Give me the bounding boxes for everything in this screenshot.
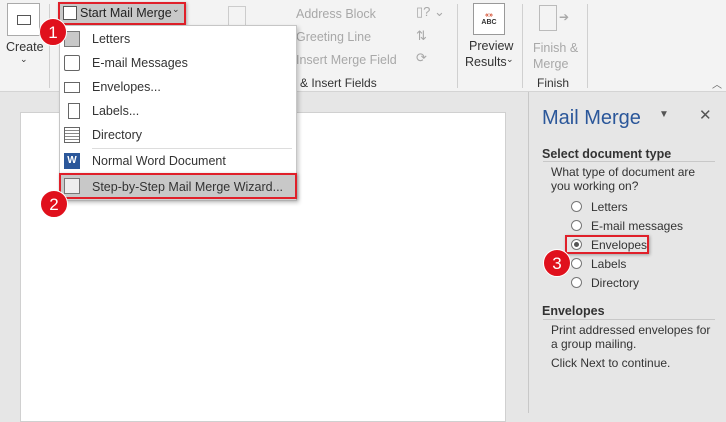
radio-email-messages[interactable]: [571, 220, 582, 231]
greeting-line-button: Greeting Line: [296, 30, 372, 44]
section-select-document-type: Select document type: [542, 147, 672, 161]
create-label: Create: [6, 40, 44, 54]
group-label-finish: Finish: [537, 76, 570, 90]
chevron-down-icon: ⌄: [20, 54, 28, 64]
finish-arrow-icon: ➔: [559, 10, 570, 24]
finish-merge-button: ➔ Finish & Merge: [529, 2, 585, 71]
rules-icon: ▯? ⌄: [416, 4, 445, 19]
chevron-down-icon: ⌄: [506, 54, 514, 64]
question-text: What type of document are you working on…: [551, 165, 696, 193]
section-envelopes: Envelopes: [542, 304, 605, 318]
radio-directory[interactable]: [571, 277, 582, 288]
merge-label: Merge: [533, 57, 569, 71]
menu-item-envelopes[interactable]: Envelopes...: [60, 76, 296, 98]
finish-merge-icon: [539, 5, 557, 31]
menu-item-labels[interactable]: Labels...: [60, 100, 296, 122]
preview-label: Preview: [469, 39, 514, 53]
labels-icon: [68, 103, 80, 119]
preview-results-button[interactable]: «» ABC Preview Results ⌄: [463, 2, 515, 70]
pane-title: Mail Merge: [542, 107, 641, 129]
step-badge-3: 3: [543, 249, 571, 277]
finish-label: Finish &: [533, 41, 579, 55]
insert-merge-field-button: Insert Merge Field: [296, 53, 397, 67]
radio-label-letters: Letters: [591, 200, 628, 214]
radio-label-directory: Directory: [591, 276, 640, 290]
address-block-button: Address Block: [296, 7, 376, 21]
menu-item-email[interactable]: E-mail Messages: [60, 52, 296, 74]
create-button[interactable]: Create ⌄: [4, 2, 44, 70]
menu-divider: [92, 148, 292, 149]
abc-preview-icon: «» ABC: [473, 3, 505, 35]
pane-options-dropdown[interactable]: ▼: [659, 109, 669, 120]
collapse-ribbon-icon[interactable]: ︿: [712, 76, 722, 91]
envelopes-description: Print addressed envelopes for a group ma…: [551, 323, 711, 351]
match-fields-icon: ⇅: [416, 28, 427, 43]
results-label: Results: [465, 55, 507, 69]
radio-label-labels: Labels: [591, 257, 627, 271]
next-hint: Click Next to continue.: [551, 356, 671, 370]
envelope-icon: [64, 82, 80, 93]
update-labels-icon: ⟳: [416, 50, 427, 65]
email-icon: [64, 55, 80, 71]
menu-item-normal-word-document[interactable]: W Normal Word Document: [60, 150, 296, 172]
radio-letters[interactable]: [571, 201, 582, 212]
radio-labels[interactable]: [571, 258, 582, 269]
envelope-icon: [7, 3, 40, 36]
step-badge-2: 2: [40, 190, 68, 218]
word-icon: W: [64, 153, 80, 169]
menu-item-directory[interactable]: Directory: [60, 124, 296, 146]
menu-item-letters[interactable]: Letters: [60, 28, 296, 50]
group-label-write-insert: e & Insert Fields: [290, 76, 377, 90]
step-badge-1: 1: [39, 18, 67, 46]
directory-icon: [64, 127, 80, 143]
close-icon[interactable]: ✕: [699, 106, 712, 124]
radio-label-email: E-mail messages: [591, 219, 684, 233]
